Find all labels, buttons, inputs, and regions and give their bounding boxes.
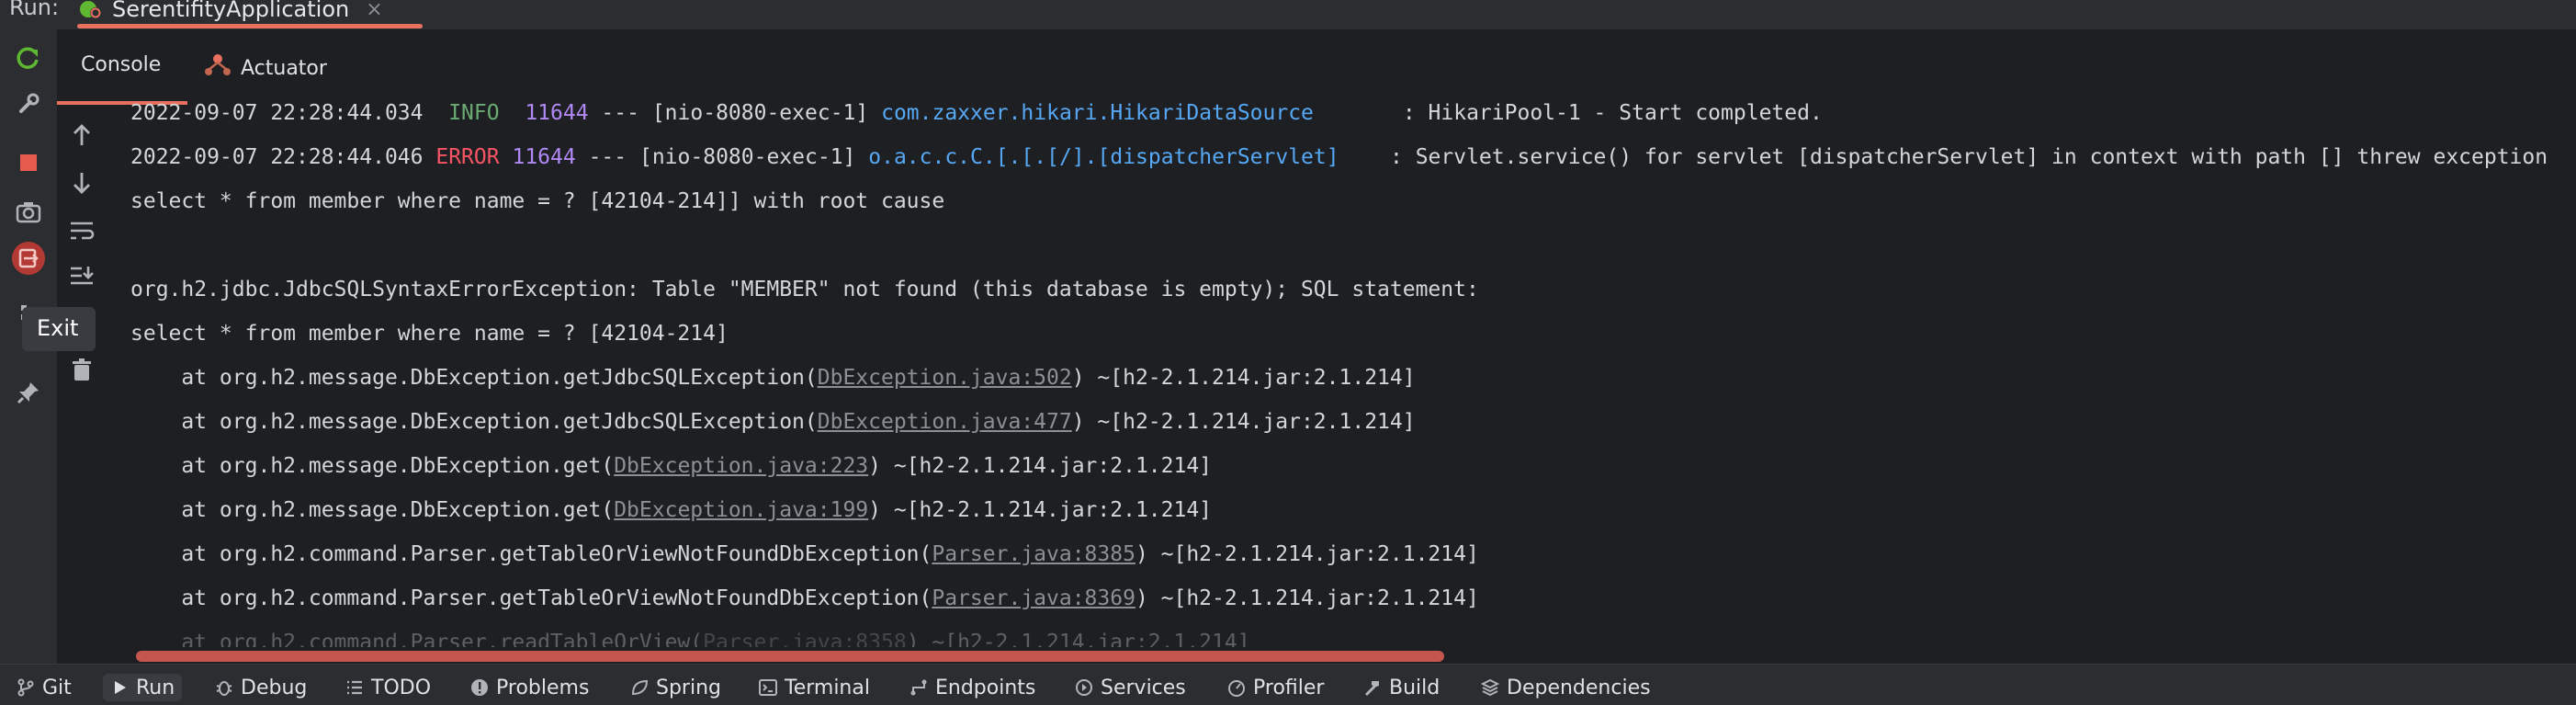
- console-text-line: select * from member where name = ? [421…: [130, 322, 729, 346]
- spring-leaf-icon: [630, 678, 649, 697]
- tool-todo[interactable]: TODO: [345, 674, 431, 701]
- tool-window-bar: Git Run Debug TODO Problems Spring Termi…: [0, 664, 2576, 705]
- exit-tooltip: Exit: [22, 307, 96, 351]
- profiler-icon: [1227, 678, 1246, 697]
- console-text-line: select * from member where name = ? [421…: [130, 189, 945, 213]
- log-thread: [nio-8080-exec-1]: [651, 101, 869, 125]
- tool-run-label: Run: [136, 676, 175, 699]
- tool-problems-label: Problems: [496, 676, 590, 699]
- log-logger: o.a.c.c.C.[.[.[/].[dispatcherServlet]: [868, 145, 1378, 169]
- source-link[interactable]: Parser.java:8358: [703, 631, 907, 647]
- tool-debug[interactable]: Debug: [215, 674, 307, 701]
- endpoints-icon: [910, 678, 928, 697]
- tool-todo-label: TODO: [371, 676, 432, 699]
- bug-icon: [215, 678, 233, 697]
- list-icon: [345, 678, 364, 697]
- hammer-icon: [1363, 678, 1382, 697]
- stack-frame: at org.h2.message.DbException.get(DbExce…: [130, 454, 1213, 478]
- source-link[interactable]: Parser.java:8385: [932, 542, 1135, 566]
- log-timestamp: 2022-09-07 22:28:44.046: [130, 145, 424, 169]
- stop-icon[interactable]: [11, 145, 46, 180]
- tool-profiler-label: Profiler: [1253, 676, 1325, 699]
- log-message: : HikariPool-1 - Start completed.: [1402, 101, 1823, 125]
- tool-run[interactable]: Run: [103, 674, 183, 701]
- console-actions-toolbar: [57, 101, 108, 664]
- source-link[interactable]: DbException.java:502: [818, 366, 1072, 390]
- run-tool-window-header: Run: SerentifityApplication ×: [0, 0, 2576, 29]
- rerun-icon[interactable]: [11, 40, 46, 75]
- tool-build-label: Build: [1389, 676, 1441, 699]
- horizontal-scrollbar[interactable]: [136, 651, 1444, 662]
- actuator-icon: [204, 53, 232, 83]
- stack-frame: at org.h2.message.DbException.get(DbExce…: [130, 498, 1213, 522]
- log-thread: [nio-8080-exec-1]: [638, 145, 856, 169]
- run-configuration-tab[interactable]: SerentifityApplication ×: [77, 0, 383, 26]
- exit-icon[interactable]: [11, 241, 46, 276]
- exception-line: org.h2.jdbc.JdbcSQLSyntaxErrorException:…: [130, 278, 1479, 301]
- tool-spring[interactable]: Spring: [630, 674, 721, 701]
- tool-git[interactable]: Git: [17, 674, 72, 701]
- active-tab-indicator: [77, 24, 423, 28]
- tool-git-label: Git: [42, 676, 72, 699]
- tool-profiler[interactable]: Profiler: [1227, 674, 1324, 701]
- soft-wrap-icon[interactable]: [64, 213, 99, 248]
- terminal-icon: [759, 678, 777, 697]
- tool-dependencies[interactable]: Dependencies: [1480, 674, 1651, 701]
- services-icon: [1075, 678, 1093, 697]
- problems-icon: [470, 678, 489, 697]
- stack-frame: at org.h2.message.DbException.getJdbcSQL…: [130, 410, 1416, 434]
- stack-frame: at org.h2.message.DbException.getJdbcSQL…: [130, 366, 1416, 390]
- stack-frame: at org.h2.command.Parser.readTableOrView…: [130, 631, 1249, 647]
- tool-endpoints[interactable]: Endpoints: [910, 674, 1035, 701]
- console-output[interactable]: 2022-09-07 22:28:44.034 INFO 11644 --- […: [130, 96, 2576, 647]
- wrench-icon[interactable]: [11, 86, 46, 121]
- log-separator: ---: [601, 101, 639, 125]
- log-pid: 11644: [525, 101, 589, 125]
- arrow-down-icon[interactable]: [64, 165, 99, 200]
- tab-actuator-label: Actuator: [241, 56, 327, 80]
- spring-boot-app-icon: [77, 0, 103, 22]
- tool-build[interactable]: Build: [1363, 674, 1440, 701]
- log-line: 2022-09-07 22:28:44.034 INFO 11644 --- […: [130, 101, 1823, 125]
- tab-console[interactable]: Console: [81, 53, 161, 76]
- arrow-up-icon[interactable]: [64, 118, 99, 153]
- tool-dependencies-label: Dependencies: [1507, 676, 1651, 699]
- trash-icon[interactable]: [64, 353, 99, 388]
- source-link[interactable]: DbException.java:477: [818, 410, 1072, 434]
- stack-frame: at org.h2.command.Parser.getTableOrViewN…: [130, 586, 1479, 610]
- log-level: INFO: [448, 101, 513, 125]
- layers-icon: [1480, 678, 1500, 697]
- log-message: : Servlet.service() for servlet [dispatc…: [1390, 145, 2548, 169]
- source-link[interactable]: DbException.java:223: [614, 454, 868, 478]
- run-tab-title: SerentifityApplication: [112, 0, 350, 22]
- log-pid: 11644: [512, 145, 576, 169]
- pin-icon[interactable]: [11, 375, 46, 410]
- tooltip-text: Exit: [37, 315, 79, 341]
- scroll-to-end-icon[interactable]: [64, 259, 99, 294]
- run-label: Run:: [9, 0, 60, 20]
- source-link[interactable]: DbException.java:199: [614, 498, 868, 522]
- run-icon: [110, 678, 129, 697]
- tool-terminal[interactable]: Terminal: [759, 674, 870, 701]
- log-line: 2022-09-07 22:28:44.046 ERROR 11644 --- …: [130, 145, 2548, 169]
- tool-services-label: Services: [1101, 676, 1186, 699]
- camera-dump-threads-icon[interactable]: [11, 195, 46, 230]
- tool-endpoints-label: Endpoints: [935, 676, 1036, 699]
- console-subtabs: Console Actuator: [57, 29, 2576, 105]
- tool-spring-label: Spring: [656, 676, 721, 699]
- log-logger: com.zaxxer.hikari.HikariDataSource: [881, 101, 1390, 125]
- log-timestamp: 2022-09-07 22:28:44.034: [130, 101, 424, 125]
- stack-frame: at org.h2.command.Parser.getTableOrViewN…: [130, 542, 1479, 566]
- close-tab-icon[interactable]: ×: [366, 0, 382, 21]
- tool-problems[interactable]: Problems: [470, 674, 589, 701]
- tab-console-label: Console: [81, 53, 162, 76]
- log-level: ERROR: [435, 145, 500, 169]
- tab-actuator[interactable]: Actuator: [204, 53, 327, 83]
- source-link[interactable]: Parser.java:8369: [932, 586, 1135, 610]
- tool-services[interactable]: Services: [1075, 674, 1186, 701]
- log-separator: ---: [588, 145, 627, 169]
- tool-debug-label: Debug: [241, 676, 308, 699]
- tool-terminal-label: Terminal: [785, 676, 870, 699]
- git-branch-icon: [17, 678, 35, 697]
